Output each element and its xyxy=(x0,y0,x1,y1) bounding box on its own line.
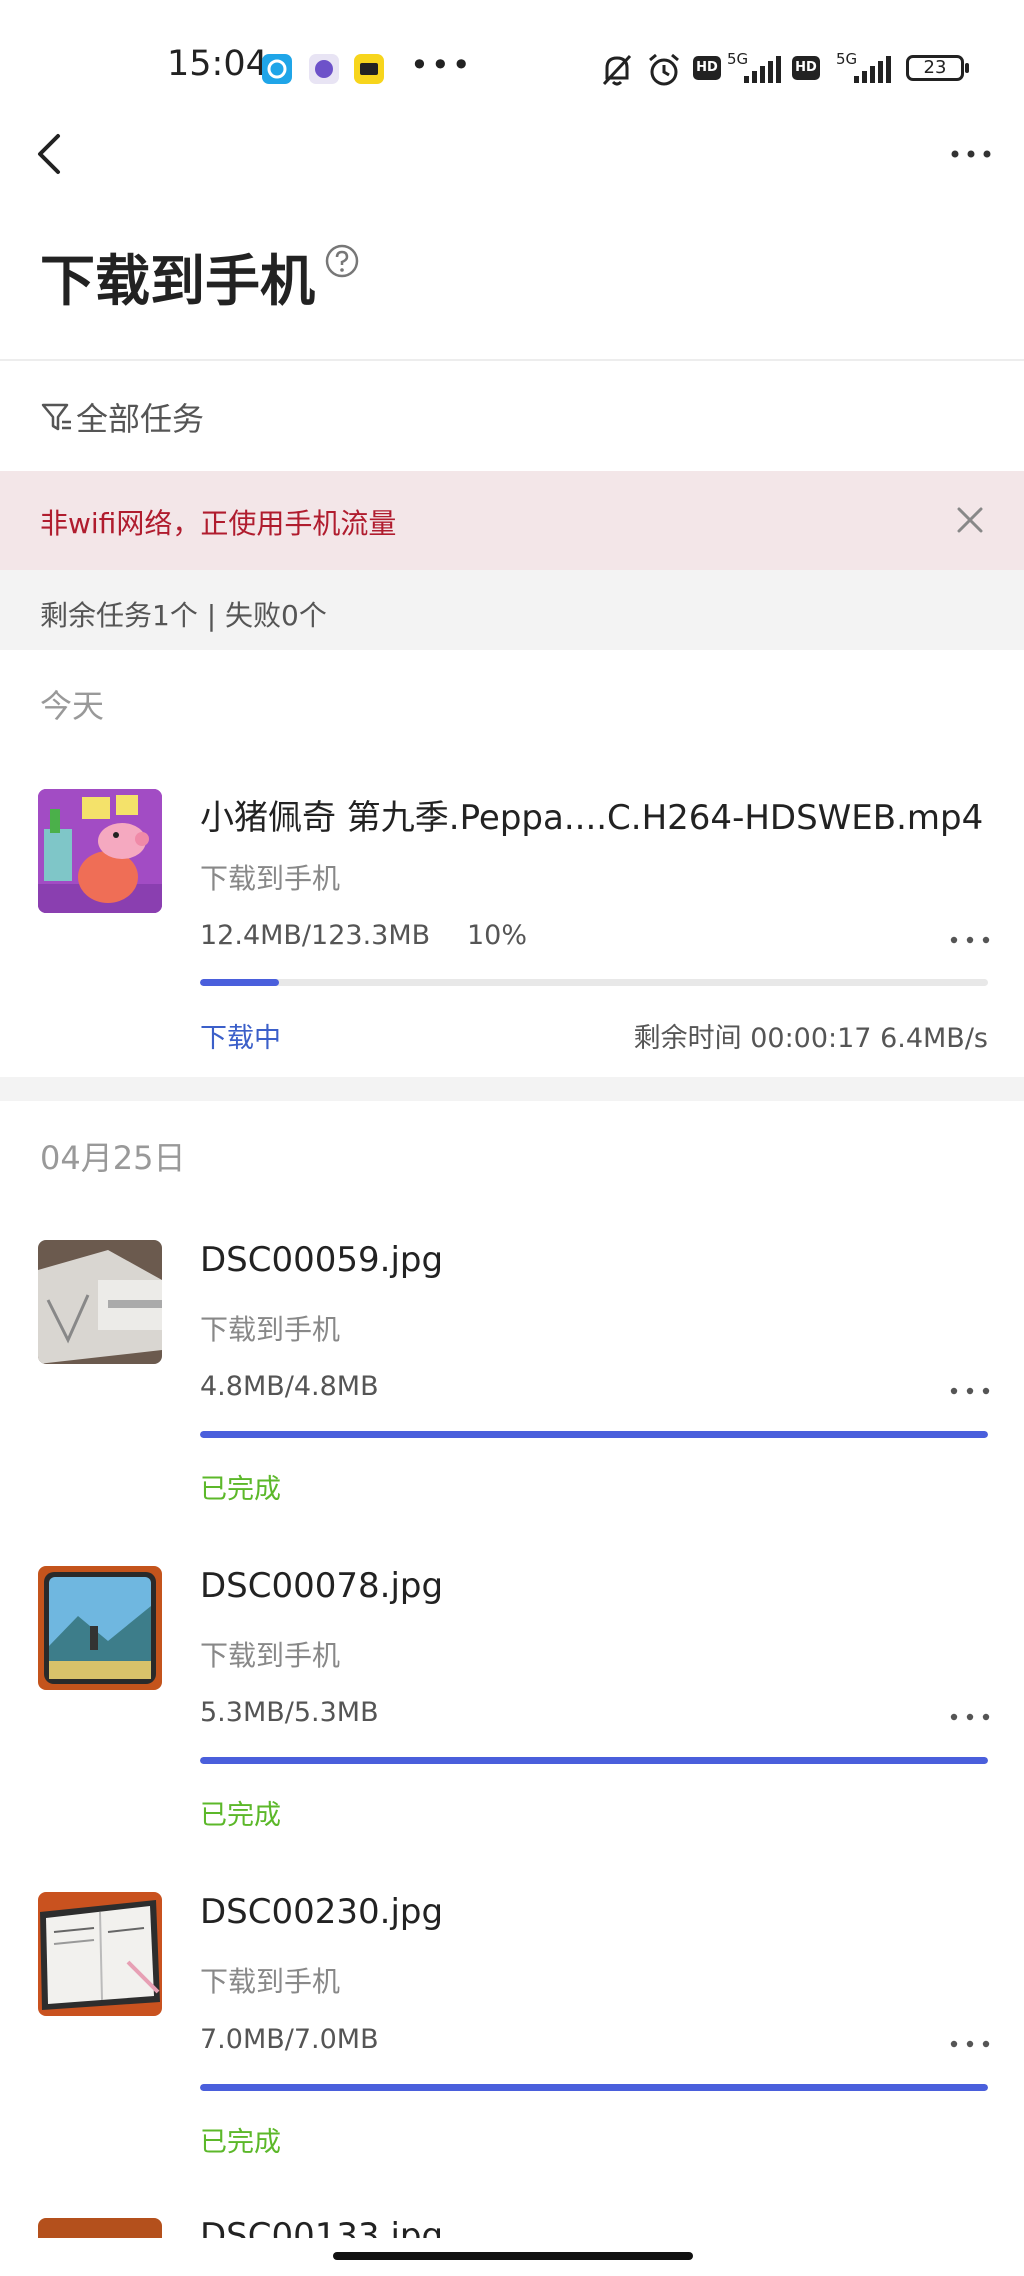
hd-label: HD xyxy=(696,60,718,75)
hd-icon: HD xyxy=(693,56,721,80)
file-size: 5.3MB/5.3MB xyxy=(200,1697,379,1728)
status-more-icon: ••• xyxy=(410,46,473,84)
file-thumbnail xyxy=(38,1240,162,1364)
progress-fill xyxy=(200,1431,988,1438)
back-button[interactable] xyxy=(30,124,70,184)
task-summary-text: 剩余任务1个 | 失败0个 xyxy=(40,599,327,632)
section-label-today: 今天 xyxy=(40,687,105,725)
file-name: DSC00078.jpg xyxy=(200,1566,444,1606)
download-destination: 下载到手机 xyxy=(200,1639,341,1672)
signal-icon xyxy=(744,56,781,83)
progress-bar xyxy=(200,1757,988,1764)
battery-tip xyxy=(965,63,969,73)
battery-icon: 23 xyxy=(906,55,964,81)
close-icon xyxy=(957,507,983,533)
more-icon xyxy=(950,936,990,944)
filter-label: 全部任务 xyxy=(76,400,205,438)
more-icon xyxy=(950,2040,990,2048)
help-icon xyxy=(325,244,359,278)
file-name: DSC00230.jpg xyxy=(200,1892,444,1932)
progress-bar xyxy=(200,979,988,986)
section-label-date: 04月25日 xyxy=(40,1139,186,1177)
file-size: 12.4MB/123.3MB xyxy=(200,920,431,951)
signal-icon xyxy=(854,56,891,83)
file-thumbnail xyxy=(38,789,162,913)
download-status: 已完成 xyxy=(200,1474,281,1505)
mute-bell-icon xyxy=(602,54,632,86)
item-more-button[interactable] xyxy=(948,2035,992,2048)
progress-bar xyxy=(200,2084,988,2091)
close-warning-button[interactable] xyxy=(953,503,987,537)
battery-level: 23 xyxy=(923,57,947,78)
item-more-button[interactable] xyxy=(948,1382,992,1395)
progress-bar xyxy=(200,1431,988,1438)
file-name: 小猪佩奇 第九季.Peppa....C.H264-HDSWEB.mp4 xyxy=(200,798,984,838)
download-destination: 下载到手机 xyxy=(200,1965,341,1998)
file-thumbnail xyxy=(38,2218,162,2238)
download-percent: 10% xyxy=(467,920,528,951)
progress-fill xyxy=(200,1757,988,1764)
hd-label: HD xyxy=(795,60,817,75)
file-name: DSC00059.jpg xyxy=(200,1240,444,1280)
app-notification-icon xyxy=(262,54,292,84)
progress-fill xyxy=(200,2084,988,2091)
progress-fill xyxy=(200,979,279,986)
file-name: DSC00133.jpg xyxy=(200,2216,444,2238)
file-size: 4.8MB/4.8MB xyxy=(200,1371,379,1402)
file-size: 7.0MB/7.0MB xyxy=(200,2024,379,2055)
more-icon xyxy=(950,1713,990,1721)
chevron-left-icon xyxy=(38,134,60,174)
more-icon xyxy=(950,1387,990,1395)
file-thumbnail xyxy=(38,1566,162,1690)
file-thumbnail xyxy=(38,1892,162,2016)
download-status: 下载中 xyxy=(200,1023,281,1054)
more-options-button[interactable] xyxy=(947,134,997,174)
more-icon xyxy=(951,150,991,158)
download-item[interactable]: DSC00133.jpg xyxy=(0,2216,1024,2238)
app-notification-icon xyxy=(354,54,384,84)
download-eta: 剩余时间 00:00:17 6.4MB/s xyxy=(633,1023,988,1054)
help-button[interactable] xyxy=(325,244,359,278)
download-status: 已完成 xyxy=(200,2127,281,2158)
page-title: 下载到手机 xyxy=(40,249,316,313)
section-divider xyxy=(0,1077,1024,1101)
task-filter[interactable]: 全部任务 xyxy=(40,392,204,442)
download-destination: 下载到手机 xyxy=(200,1313,341,1346)
network-warning-text: 非wifi网络，正使用手机流量 xyxy=(40,507,397,540)
hd-icon: HD xyxy=(792,56,820,80)
download-status: 已完成 xyxy=(200,1800,281,1831)
status-time: 15:04 xyxy=(167,44,268,84)
download-destination: 下载到手机 xyxy=(200,862,341,895)
item-more-button[interactable] xyxy=(948,931,992,944)
home-indicator[interactable] xyxy=(333,2252,693,2260)
item-more-button[interactable] xyxy=(948,1708,992,1721)
app-notification-icon xyxy=(309,54,339,84)
filter-icon xyxy=(41,403,71,431)
header-divider xyxy=(0,359,1024,361)
alarm-icon xyxy=(649,53,679,86)
